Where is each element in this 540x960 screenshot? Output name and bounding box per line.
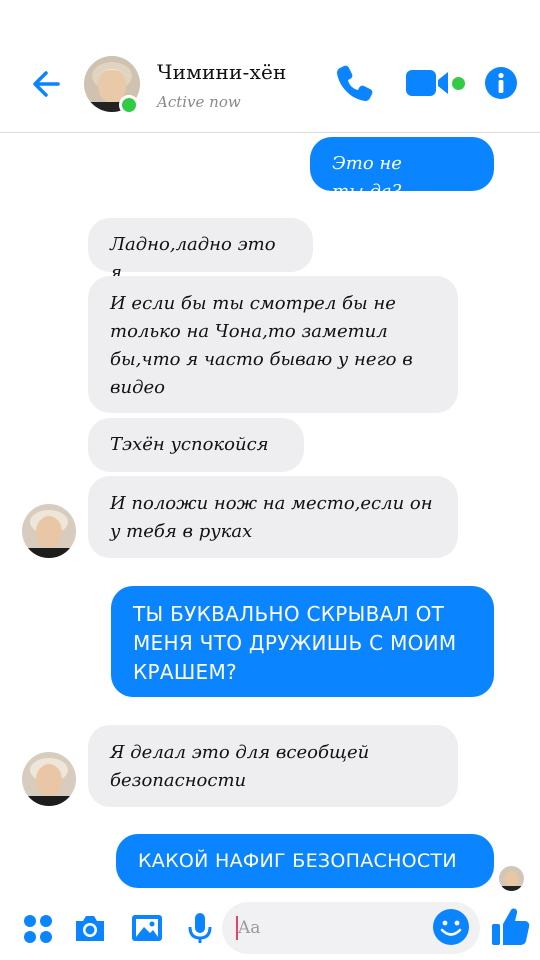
video-online-dot bbox=[452, 77, 465, 90]
camera-icon[interactable] bbox=[72, 910, 108, 946]
smiley-icon[interactable] bbox=[432, 908, 470, 946]
chat-header: Чимини-хён Active now bbox=[0, 0, 540, 133]
message-outgoing[interactable]: Это не ты,да? bbox=[310, 137, 494, 202]
video-camera-icon[interactable] bbox=[404, 66, 452, 100]
contact-name[interactable]: Чимини-хён bbox=[157, 60, 287, 84]
contact-status: Active now bbox=[157, 93, 241, 111]
message-outgoing[interactable]: КАКОЙ НАФИГ БЕЗОПАСНОСТИ bbox=[116, 834, 494, 888]
sender-avatar[interactable] bbox=[22, 752, 76, 806]
message-incoming[interactable]: Я делал это для всеобщей безопасности bbox=[88, 725, 458, 807]
message-incoming[interactable]: Ладно,ладно это я bbox=[88, 218, 313, 283]
message-incoming[interactable]: И положи нож на место,если он у тебя в р… bbox=[88, 476, 458, 558]
composer-bar bbox=[0, 900, 540, 960]
back-arrow-icon[interactable] bbox=[28, 64, 68, 104]
info-icon[interactable] bbox=[484, 66, 518, 100]
online-status-dot bbox=[119, 95, 139, 115]
message-outgoing[interactable]: ТЫ БУКВАЛЬНО СКРЫВАЛ ОТ МЕНЯ ЧТО ДРУЖИШЬ… bbox=[111, 586, 494, 697]
message-input[interactable] bbox=[238, 914, 418, 942]
thumbs-up-icon[interactable] bbox=[490, 906, 530, 948]
sender-avatar[interactable] bbox=[22, 504, 76, 558]
message-incoming[interactable]: И если бы ты смотрел бы не только на Чон… bbox=[88, 276, 458, 413]
seen-receipt-avatar bbox=[499, 866, 524, 891]
message-incoming[interactable]: Тэхён успокойся bbox=[88, 418, 304, 472]
phone-icon[interactable] bbox=[334, 62, 376, 104]
image-icon[interactable] bbox=[129, 910, 165, 946]
microphone-icon[interactable] bbox=[182, 910, 218, 946]
four-dots-icon[interactable] bbox=[20, 910, 56, 946]
